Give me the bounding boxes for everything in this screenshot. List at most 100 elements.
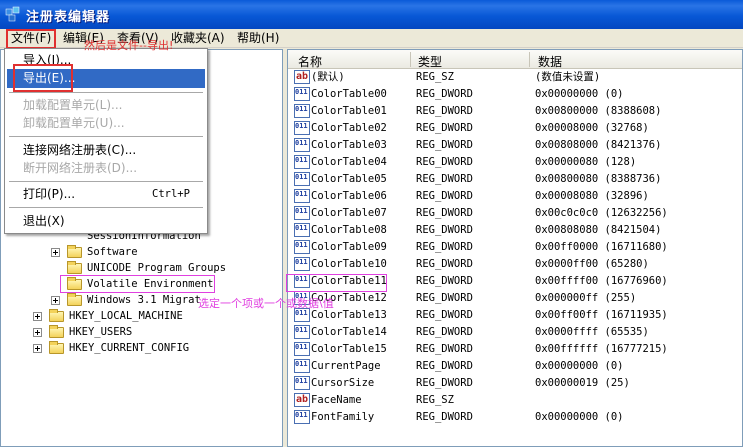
tree-item-label: UNICODE Program Groups [87, 262, 227, 274]
tree-item-hkey-users[interactable]: HKEY_USERS [33, 324, 273, 340]
menu-file[interactable]: 文件(F) [6, 29, 57, 49]
column-divider[interactable] [529, 52, 530, 67]
value-data: 0x00800080 (8388736) [535, 173, 662, 185]
value-name: ColorTable02 [311, 122, 387, 134]
menu-item-unload-hive[interactable]: 卸载配置单元(U)... [7, 114, 205, 133]
value-row[interactable]: 011 110ColorTable05 REG_DWORD 0x00800080 (… [288, 171, 742, 188]
value-name: CurrentPage [311, 360, 381, 372]
binary-value-icon: 011 110 [294, 155, 310, 169]
value-data: 0x00800000 (8388608) [535, 105, 662, 117]
column-header-name[interactable]: 名称 [298, 53, 322, 70]
value-type: REG_DWORD [416, 275, 473, 287]
binary-value-icon: 011 110 [294, 206, 310, 220]
expand-icon[interactable] [33, 328, 42, 337]
value-type: REG_DWORD [416, 190, 473, 202]
value-row[interactable]: 011 110ColorTable09 REG_DWORD 0x00ff0000 (… [288, 239, 742, 256]
value-row[interactable]: 011 110ColorTable10 REG_DWORD 0x0000ff00 (… [288, 256, 742, 273]
value-row[interactable]: 011 110ColorTable00 REG_DWORD 0x00000000 (… [288, 86, 742, 103]
value-data: 0x00ff00ff (16711935) [535, 309, 668, 321]
tree-item-unicode-program-groups[interactable]: UNICODE Program Groups [51, 260, 281, 276]
annotation-highlight-box [286, 274, 387, 292]
value-type: REG_DWORD [416, 292, 473, 304]
value-row[interactable]: 011 110ColorTable08 REG_DWORD 0x00808080 (… [288, 222, 742, 239]
binary-value-icon: 011 110 [294, 104, 310, 118]
expand-icon[interactable] [33, 312, 42, 321]
expand-icon[interactable] [33, 344, 42, 353]
value-row[interactable]: 011 110ColorTable12REG_DWORD0x000000ff (… [288, 290, 742, 307]
registry-editor-icon [5, 6, 20, 22]
value-row[interactable]: 011 110ColorTable14 REG_DWORD 0x0000ffff (… [288, 324, 742, 341]
value-row[interactable]: 011 110ColorTable02 REG_DWORD 0x00008000 (… [288, 120, 742, 137]
tree-item-software[interactable]: Software [51, 244, 281, 260]
binary-value-icon: 011 110 [294, 359, 310, 373]
menu-item-label: 打印(P)... [23, 187, 76, 201]
value-type: REG_SZ [416, 71, 454, 83]
value-row[interactable]: 011 110FontFamily REG_DWORD 0x00000000 (0) [288, 409, 742, 426]
menu-item-print[interactable]: 打印(P)... Ctrl+P [7, 185, 205, 204]
title-bar[interactable]: 注册表编辑器 [0, 0, 743, 29]
menu-separator [9, 92, 203, 93]
tree-item-windows-migration[interactable]: Windows 3.1 Migration Status [51, 292, 201, 308]
window-title: 注册表编辑器 [26, 10, 111, 25]
value-type: REG_DWORD [416, 309, 473, 321]
value-row[interactable]: 011 110ColorTable15 REG_DWORD 0x00ffffff (… [288, 341, 742, 358]
value-data: 0x000000ff (255) [535, 292, 637, 304]
binary-value-icon: 011 110 [294, 410, 310, 424]
value-type: REG_DWORD [416, 122, 473, 134]
value-name: FaceName [311, 394, 362, 406]
menu-item-load-hive[interactable]: 加载配置单元(L)... [7, 96, 205, 115]
values-list-pane[interactable]: 名称 类型 数据 ab(默认)REG_SZ(数值未设置)011 110Color… [286, 49, 743, 447]
value-type: REG_DWORD [416, 411, 473, 423]
value-row[interactable]: ab (默认) REG_SZ (数值未设置) [288, 69, 742, 86]
value-row[interactable]: 011 110ColorTable01 REG_DWORD 0x00800000 (… [288, 103, 742, 120]
menu-item-exit[interactable]: 退出(X) [7, 212, 205, 231]
value-name: FontFamily [311, 411, 375, 423]
binary-value-icon: 011 110 [294, 223, 310, 237]
menu-favorites[interactable]: 收藏夹(A) [168, 31, 228, 47]
value-row[interactable]: 011 110ColorTable07 REG_DWORD 0x00c0c0c0 (… [288, 205, 742, 222]
menu-separator [9, 136, 203, 137]
string-value-icon: ab [294, 70, 310, 84]
value-row[interactable]: 011 110CursorSize REG_DWORD 0x00000019 (25… [288, 375, 742, 392]
folder-icon [67, 293, 82, 306]
menu-item-disconnect-network-registry[interactable]: 断开网络注册表(D)... [7, 159, 205, 178]
annotation-red-box [13, 64, 73, 92]
value-row[interactable]: 011 110CurrentPage REG_DWORD 0x00000000 (0… [288, 358, 742, 375]
value-data: 0x00000000 (0) [535, 411, 624, 423]
value-name: ColorTable07 [311, 207, 387, 219]
value-name: ColorTable14 [311, 326, 387, 338]
value-type: REG_DWORD [416, 326, 473, 338]
folder-icon [67, 261, 82, 274]
value-data: (数值未设置) [535, 71, 601, 83]
expand-icon[interactable] [51, 296, 60, 305]
binary-value-icon: 011 110 [294, 87, 310, 101]
binary-value-icon: 011 110 [294, 240, 310, 254]
value-name: ColorTable10 [311, 258, 387, 270]
binary-value-icon: 011 110 [294, 342, 310, 356]
value-row[interactable]: 011 110ColorTable13REG_DWORD0x00ff00ff (… [288, 307, 742, 324]
tree-item-hkey-current-config[interactable]: HKEY_CURRENT_CONFIG [33, 340, 273, 356]
value-data: 0x00008080 (32896) [535, 190, 649, 202]
value-row[interactable]: ab FaceName REG_SZ [288, 392, 742, 409]
column-divider[interactable] [410, 52, 411, 67]
tree-item-label: HKEY_USERS [69, 326, 133, 338]
tree-item-label: HKEY_LOCAL_MACHINE [69, 310, 183, 322]
value-name: ColorTable04 [311, 156, 387, 168]
column-header-data[interactable]: 数据 [538, 53, 562, 70]
binary-value-icon: 011 110 [294, 138, 310, 152]
expand-icon[interactable] [51, 248, 60, 257]
menu-help[interactable]: 帮助(H) [234, 31, 282, 47]
value-type: REG_DWORD [416, 377, 473, 389]
tree-item-label: Software [87, 246, 138, 258]
value-data: 0x00ff0000 (16711680) [535, 241, 668, 253]
column-header-type[interactable]: 类型 [418, 53, 442, 70]
annotation-menu-hint: 然后是文件--导出! [84, 39, 174, 52]
value-row[interactable]: 011 110ColorTable06 REG_DWORD 0x00008080 (… [288, 188, 742, 205]
binary-value-icon: 011 110 [294, 172, 310, 186]
menu-item-connect-network-registry[interactable]: 连接网络注册表(C)... [7, 141, 205, 160]
value-row[interactable]: 011 110ColorTable04 REG_DWORD 0x00000080 (… [288, 154, 742, 171]
value-row[interactable]: 011 110ColorTable03 REG_DWORD 0x00808000 (… [288, 137, 742, 154]
value-data: 0x00c0c0c0 (12632256) [535, 207, 668, 219]
value-name: ColorTable06 [311, 190, 387, 202]
value-type: REG_DWORD [416, 258, 473, 270]
